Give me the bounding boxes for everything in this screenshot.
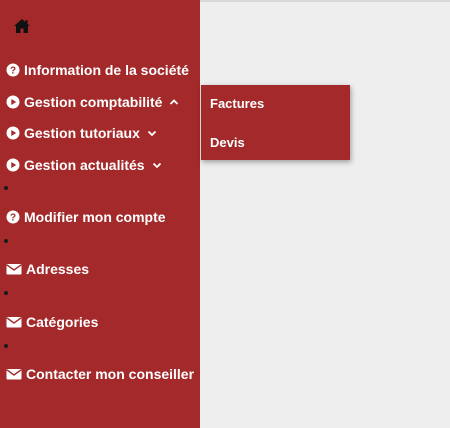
sidebar-item-label: Gestion tutoriaux xyxy=(24,125,140,141)
list-bullet xyxy=(4,239,8,243)
sidebar-item-adresses[interactable]: Adresses xyxy=(6,260,89,278)
sidebar-item-label: Modifier mon compte xyxy=(24,209,166,225)
list-bullet xyxy=(4,344,8,348)
sidebar-item-label: Gestion actualités xyxy=(24,157,145,173)
svg-text:?: ? xyxy=(10,66,16,77)
envelope-icon xyxy=(6,367,22,381)
play-circle-icon xyxy=(6,95,20,109)
svg-text:?: ? xyxy=(10,213,16,224)
comptabilite-submenu: Factures Devis xyxy=(201,85,350,160)
sidebar-item-gestion-comptabilite[interactable]: Gestion comptabilité xyxy=(6,93,179,111)
question-circle-icon: ? xyxy=(6,63,20,77)
play-circle-icon xyxy=(6,126,20,140)
question-circle-icon: ? xyxy=(6,210,20,224)
envelope-icon xyxy=(6,315,22,329)
list-bullet xyxy=(4,186,8,190)
chevron-up-icon xyxy=(169,97,179,107)
sidebar-item-modifier-compte[interactable]: ? Modifier mon compte xyxy=(6,208,166,226)
chevron-down-icon xyxy=(147,128,157,138)
sidebar-item-label: Gestion comptabilité xyxy=(24,94,163,110)
sidebar-item-contacter-conseiller[interactable]: Contacter mon conseiller xyxy=(6,365,194,383)
submenu-item-factures[interactable]: Factures xyxy=(210,96,264,111)
sidebar-item-label: Adresses xyxy=(26,261,90,277)
sidebar-item-gestion-actualites[interactable]: Gestion actualités xyxy=(6,156,162,174)
home-icon[interactable] xyxy=(13,17,31,35)
sidebar-item-information-societe[interactable]: ? Information de la société xyxy=(6,61,189,79)
chevron-down-icon xyxy=(152,160,162,170)
envelope-icon xyxy=(6,262,22,276)
list-bullet xyxy=(4,291,8,295)
sidebar: ? Information de la société Gestion comp… xyxy=(0,0,200,428)
submenu-item-devis[interactable]: Devis xyxy=(210,135,245,150)
sidebar-item-label: Contacter mon conseiller xyxy=(26,366,195,382)
sidebar-item-categories[interactable]: Catégories xyxy=(6,313,98,331)
sidebar-item-label: Catégories xyxy=(26,314,99,330)
top-divider xyxy=(200,0,450,2)
play-circle-icon xyxy=(6,158,20,172)
sidebar-item-gestion-tutoriaux[interactable]: Gestion tutoriaux xyxy=(6,124,157,142)
sidebar-item-label: Information de la société xyxy=(24,62,189,78)
page: ? Information de la société Gestion comp… xyxy=(0,0,450,428)
